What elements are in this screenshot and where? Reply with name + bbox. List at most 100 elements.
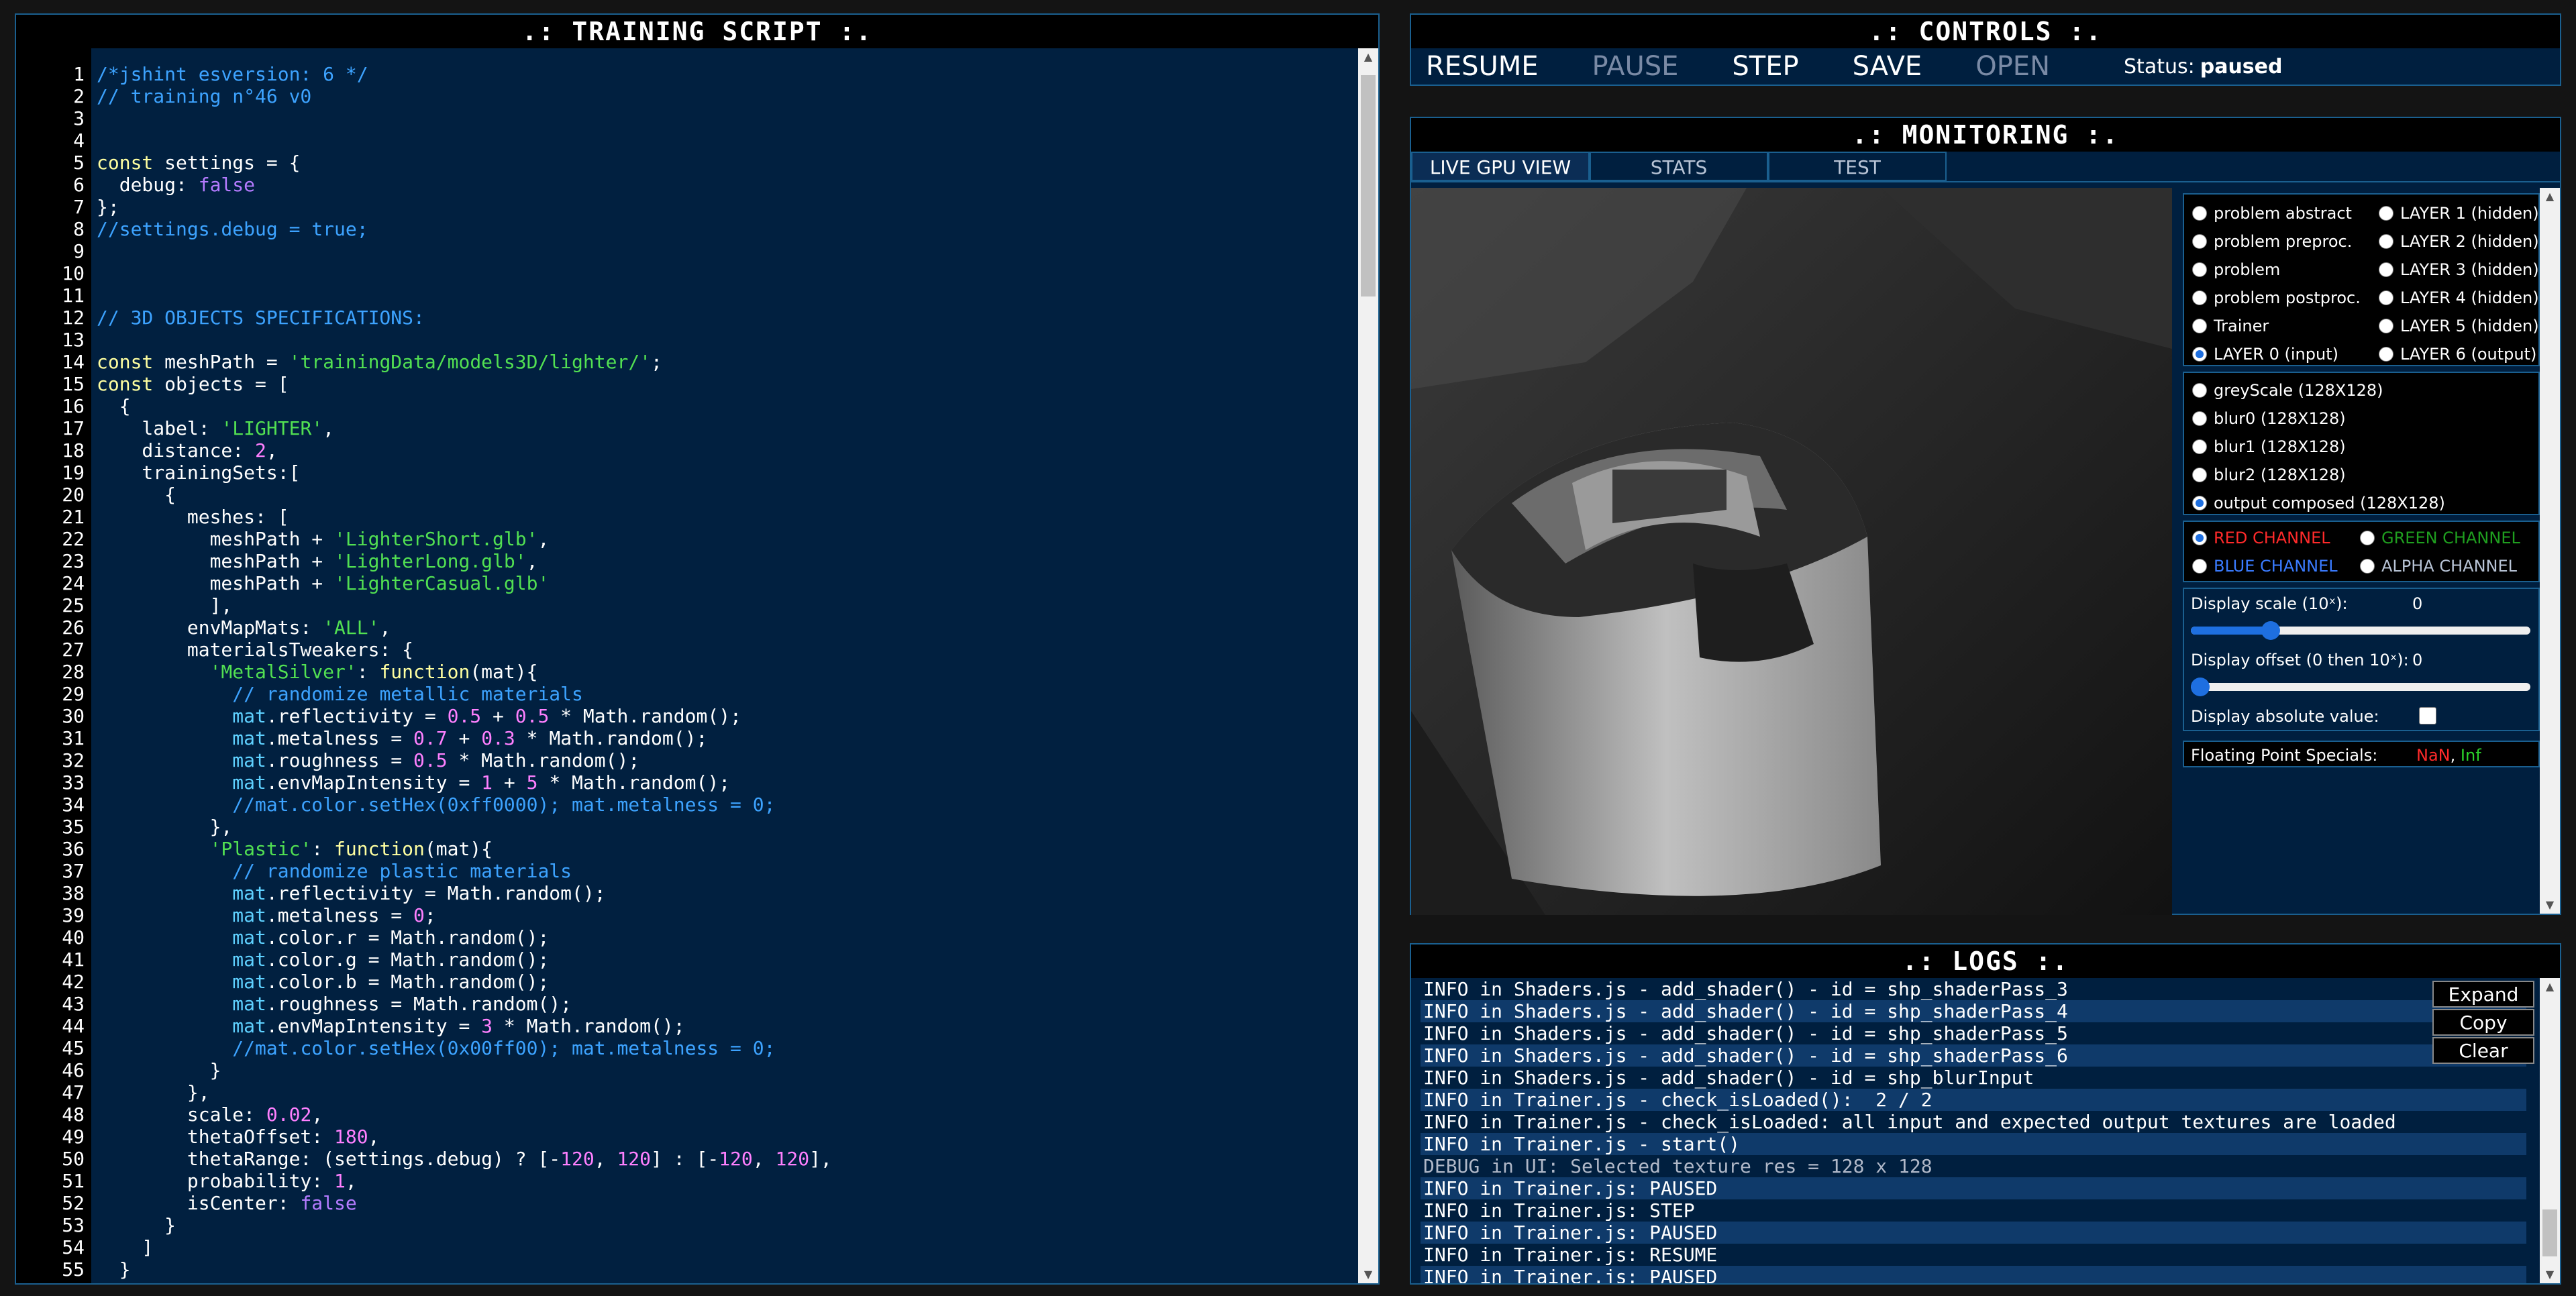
channel-option-red[interactable]: RED CHANNEL xyxy=(2192,529,2330,547)
layer-option[interactable]: LAYER 0 (input) xyxy=(2192,345,2338,364)
code-line[interactable]: meshPath + 'LighterShort.glb', xyxy=(97,528,1358,550)
code-line[interactable]: label: 'LIGHTER', xyxy=(97,417,1358,439)
code-line[interactable]: { xyxy=(97,484,1358,506)
code-content[interactable]: /*jshint esversion: 6 */// training n°46… xyxy=(97,48,1358,1283)
code-line[interactable]: const meshPath = 'trainingData/models3D/… xyxy=(97,351,1358,373)
radio-icon[interactable] xyxy=(2192,468,2207,482)
scroll-down-icon[interactable]: ▼ xyxy=(1358,1266,1378,1283)
code-line[interactable]: //mat.color.setHex(0x00ff00); mat.metaln… xyxy=(97,1037,1358,1059)
layer-option[interactable]: problem xyxy=(2192,260,2280,279)
code-line[interactable]: mat.color.r = Math.random(); xyxy=(97,926,1358,949)
radio-icon[interactable] xyxy=(2360,531,2375,545)
code-line[interactable]: probability: 1, xyxy=(97,1170,1358,1192)
code-line[interactable]: distance: 2, xyxy=(97,439,1358,462)
texture-option[interactable]: greyScale (128X128) xyxy=(2192,381,2383,400)
radio-icon[interactable] xyxy=(2379,319,2393,333)
gpu-live-view[interactable] xyxy=(1411,188,2172,915)
layer-option[interactable]: LAYER 5 (hidden) xyxy=(2379,317,2539,335)
code-line[interactable]: { xyxy=(97,395,1358,417)
texture-option[interactable]: blur1 (128X128) xyxy=(2192,437,2346,456)
code-line[interactable]: meshPath + 'LighterCasual.glb' xyxy=(97,572,1358,594)
code-line[interactable]: envMapMats: 'ALL', xyxy=(97,616,1358,639)
radio-icon[interactable] xyxy=(2192,411,2207,426)
save-button[interactable]: SAVE xyxy=(1853,51,1922,82)
code-line[interactable]: // 3D OBJECTS SPECIFICATIONS: xyxy=(97,307,1358,329)
code-line[interactable] xyxy=(97,240,1358,262)
scroll-down-icon[interactable]: ▼ xyxy=(2540,896,2560,914)
tab-stats[interactable]: STATS xyxy=(1590,152,1768,181)
copy-logs-button[interactable]: Copy xyxy=(2432,1009,2534,1036)
layer-option[interactable]: LAYER 2 (hidden) xyxy=(2379,232,2539,251)
layer-option[interactable]: Trainer xyxy=(2192,317,2269,335)
radio-icon[interactable] xyxy=(2192,206,2207,221)
code-line[interactable]: // training n°46 v0 xyxy=(97,85,1358,107)
code-editor[interactable]: 1 2 3 4 5 6 7 8 9 10 11 12 13 14 15 16 17 18 19 20 21 22 23 24 2… xyxy=(16,48,1358,1283)
radio-checked-icon[interactable] xyxy=(2192,531,2207,545)
code-line[interactable]: thetaOffset: 180, xyxy=(97,1126,1358,1148)
code-line[interactable]: mat.color.g = Math.random(); xyxy=(97,949,1358,971)
radio-icon[interactable] xyxy=(2192,234,2207,249)
code-line[interactable]: mat.roughness = Math.random(); xyxy=(97,993,1358,1015)
code-line[interactable]: isCenter: false xyxy=(97,1192,1358,1214)
code-line[interactable]: mat.roughness = 0.5 * Math.random(); xyxy=(97,749,1358,771)
texture-option[interactable]: blur0 (128X128) xyxy=(2192,409,2346,428)
radio-icon[interactable] xyxy=(2192,383,2207,398)
pause-button[interactable]: PAUSE xyxy=(1592,51,1679,82)
script-scroll-thumb[interactable] xyxy=(1361,75,1376,296)
channel-option-blue[interactable]: BLUE CHANNEL xyxy=(2192,557,2338,576)
logs-scroll-thumb[interactable] xyxy=(2542,1209,2557,1256)
open-button[interactable]: OPEN xyxy=(1975,51,2050,82)
radio-checked-icon[interactable] xyxy=(2192,347,2207,362)
radio-icon[interactable] xyxy=(2192,319,2207,333)
code-line[interactable]: mat.metalness = 0.7 + 0.3 * Math.random(… xyxy=(97,727,1358,749)
code-line[interactable]: mat.envMapIntensity = 3 * Math.random(); xyxy=(97,1015,1358,1037)
code-line[interactable]: materialsTweakers: { xyxy=(97,639,1358,661)
radio-icon[interactable] xyxy=(2360,559,2375,574)
display-scale-slider[interactable] xyxy=(2191,621,2530,640)
radio-icon[interactable] xyxy=(2379,347,2393,362)
code-line[interactable]: }, xyxy=(97,816,1358,838)
layer-option[interactable]: LAYER 1 (hidden) xyxy=(2379,204,2539,223)
script-scrollbar[interactable]: ▲ ▼ xyxy=(1358,48,1378,1283)
display-abs-checkbox[interactable] xyxy=(2419,707,2436,724)
code-line[interactable]: } xyxy=(97,1059,1358,1081)
radio-icon[interactable] xyxy=(2192,559,2207,574)
code-line[interactable] xyxy=(97,129,1358,152)
step-button[interactable]: STEP xyxy=(1732,51,1798,82)
code-line[interactable]: ], xyxy=(97,594,1358,616)
tab-live-gpu-view[interactable]: LIVE GPU VIEW xyxy=(1411,152,1590,181)
layer-option[interactable]: LAYER 6 (output) xyxy=(2379,345,2536,364)
channel-option-alpha[interactable]: ALPHA CHANNEL xyxy=(2360,557,2517,576)
display-offset-slider[interactable] xyxy=(2191,678,2530,696)
scroll-up-icon[interactable]: ▲ xyxy=(2540,978,2560,995)
code-line[interactable]: //settings.debug = true; xyxy=(97,218,1358,240)
code-line[interactable]: ] xyxy=(97,1236,1358,1258)
layer-option[interactable]: LAYER 4 (hidden) xyxy=(2379,288,2539,307)
code-line[interactable]: // randomize plastic materials xyxy=(97,860,1358,882)
texture-option[interactable]: blur2 (128X128) xyxy=(2192,466,2346,484)
layer-option[interactable]: LAYER 3 (hidden) xyxy=(2379,260,2539,279)
display-scale-handle[interactable] xyxy=(2261,621,2281,640)
code-line[interactable]: }; xyxy=(97,196,1358,218)
code-line[interactable]: thetaRange: (settings.debug) ? [-120, 12… xyxy=(97,1148,1358,1170)
logs-scrollbar[interactable]: ▲ ▼ xyxy=(2540,978,2560,1283)
layer-option[interactable]: problem preproc. xyxy=(2192,232,2352,251)
radio-icon[interactable] xyxy=(2192,290,2207,305)
code-line[interactable]: mat.envMapIntensity = 1 + 5 * Math.rando… xyxy=(97,771,1358,794)
radio-icon[interactable] xyxy=(2379,290,2393,305)
code-line[interactable]: debug: false xyxy=(97,174,1358,196)
code-line[interactable]: ]; xyxy=(97,1281,1358,1283)
resume-button[interactable]: RESUME xyxy=(1426,51,1539,82)
code-line[interactable]: //mat.color.setHex(0xff0000); mat.metaln… xyxy=(97,794,1358,816)
code-line[interactable]: meshes: [ xyxy=(97,506,1358,528)
code-line[interactable]: mat.reflectivity = 0.5 + 0.5 * Math.rand… xyxy=(97,705,1358,727)
texture-option[interactable]: output composed (128X128) xyxy=(2192,494,2445,512)
monitoring-scrollbar[interactable]: ▲ ▼ xyxy=(2540,188,2560,914)
code-line[interactable] xyxy=(97,284,1358,307)
clear-logs-button[interactable]: Clear xyxy=(2432,1037,2534,1064)
log-list[interactable]: INFO in Shaders.js - add_shader() - id =… xyxy=(1421,978,2526,1283)
radio-icon[interactable] xyxy=(2379,206,2393,221)
code-line[interactable] xyxy=(97,107,1358,129)
radio-icon[interactable] xyxy=(2192,439,2207,454)
code-line[interactable]: const objects = [ xyxy=(97,373,1358,395)
